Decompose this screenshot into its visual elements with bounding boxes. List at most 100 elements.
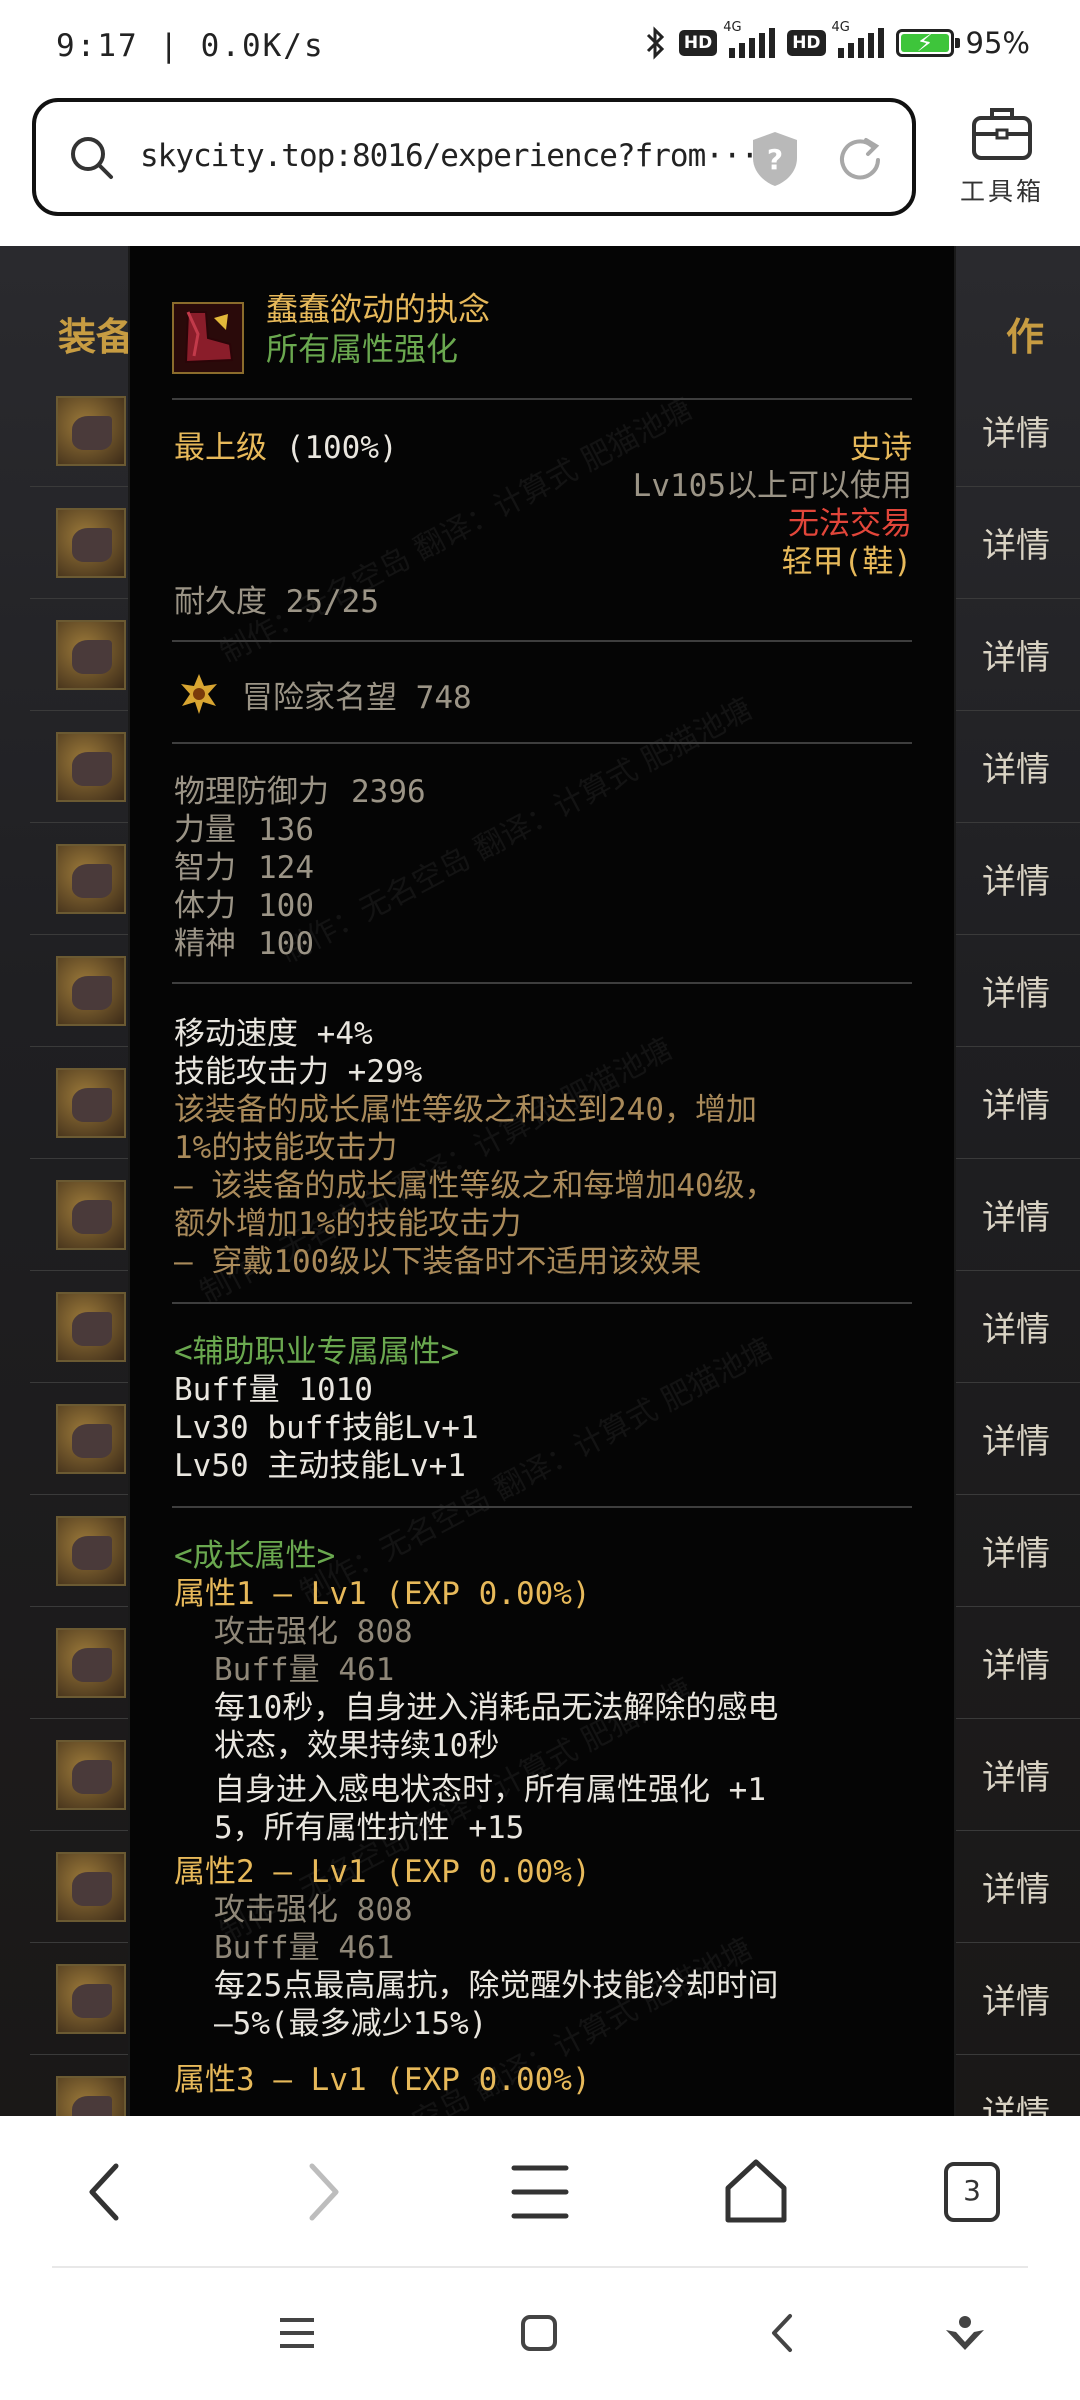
- detail-link[interactable]: 详情: [982, 1414, 1050, 1463]
- support-line-2: Lv50 主动技能Lv+1: [174, 1448, 466, 1484]
- detail-link[interactable]: 详情: [982, 1750, 1050, 1799]
- net-type-label-2: 4G: [831, 20, 850, 35]
- equipment-icon[interactable]: [56, 396, 126, 466]
- address-field[interactable]: skycity.top:8016/experience?from··· ?: [32, 98, 916, 216]
- signal-icon-1: 4G: [723, 20, 776, 58]
- equipment-icon[interactable]: [56, 620, 126, 690]
- detail-link[interactable]: 详情: [982, 742, 1050, 791]
- browser-url-bar: skycity.top:8016/experience?from··· ? 工具…: [0, 98, 1080, 246]
- item-icon: [172, 302, 244, 374]
- equipment-icon[interactable]: [56, 508, 126, 578]
- item-tooltip: 制作：无名空岛 翻译：计算式 肥猫池塘 制作：无名空岛 翻译：计算式 肥猫池塘 制作…: [128, 246, 956, 2116]
- equipment-heading: 装备: [58, 314, 135, 359]
- adventurer-fame: 冒险家名望 748: [242, 680, 472, 716]
- equipment-icon[interactable]: [56, 2076, 126, 2116]
- detail-link[interactable]: 详情: [982, 966, 1050, 1015]
- recent-apps-icon[interactable]: [272, 2308, 322, 2358]
- item-type: 轻甲(鞋): [781, 544, 912, 580]
- divider: [172, 398, 912, 400]
- watermark-text: 制作：无名空岛 翻译：计算式 肥猫池塘: [274, 691, 758, 971]
- separator: |: [159, 28, 201, 64]
- network-speed: 0.0K/s: [200, 28, 325, 64]
- action-heading: 作: [1005, 314, 1044, 359]
- toolbox-label: 工具箱: [959, 177, 1044, 206]
- equipment-icon[interactable]: [56, 1292, 126, 1362]
- attr1-effect-4: 5，所有属性抗性 +15: [214, 1810, 525, 1846]
- signal-icon-2: 4G: [832, 20, 884, 58]
- grade-label: 最上级 (100%): [174, 422, 398, 467]
- status-icons: HD 4G HD 4G ⚡ 95%: [645, 20, 1030, 60]
- durability: 耐久度 25/25: [174, 584, 379, 620]
- divider: [172, 1302, 912, 1304]
- back-icon[interactable]: [66, 2152, 146, 2232]
- forward-icon[interactable]: [282, 2152, 362, 2232]
- attr1-effect-2: 状态，效果持续10秒: [214, 1728, 500, 1764]
- system-back-icon[interactable]: [758, 2308, 808, 2358]
- battery-percent: 95%: [965, 26, 1030, 60]
- detail-link[interactable]: 详情: [982, 1526, 1050, 1575]
- detail-link[interactable]: 详情: [982, 854, 1050, 903]
- equipment-icon[interactable]: [56, 1404, 126, 1474]
- attr2-effect-2: —5%(最多减少15%): [214, 2006, 488, 2042]
- home-square-icon[interactable]: [514, 2308, 564, 2358]
- assistant-icon[interactable]: [940, 2308, 990, 2358]
- equipment-icon[interactable]: [56, 1180, 126, 1250]
- battery-icon: ⚡: [895, 29, 960, 57]
- detail-link[interactable]: 详情: [982, 1638, 1050, 1687]
- search-icon: [71, 137, 113, 179]
- equipment-icon[interactable]: [56, 1628, 126, 1698]
- divider: [172, 1506, 912, 1508]
- menu-icon[interactable]: [500, 2152, 580, 2232]
- detail-link[interactable]: 详情: [982, 2086, 1050, 2116]
- divider: [172, 982, 912, 984]
- detail-link[interactable]: 详情: [982, 1078, 1050, 1127]
- toolbox-icon: [972, 108, 1032, 160]
- status-bar: 9:17 | 0.0K/s HD 4G HD 4G ⚡ 95%: [0, 0, 1080, 98]
- detail-link[interactable]: 详情: [982, 1974, 1050, 2023]
- detail-link[interactable]: 详情: [982, 1190, 1050, 1239]
- equipment-icon[interactable]: [56, 1068, 126, 1138]
- browser-nav-bar: 3: [0, 2116, 1080, 2268]
- hd-badge-1: HD: [678, 30, 718, 56]
- item-subtitle: 所有属性强化: [266, 330, 459, 368]
- equipment-icon[interactable]: [56, 956, 126, 1026]
- reload-icon[interactable]: [832, 132, 888, 188]
- detail-link[interactable]: 详情: [982, 518, 1050, 567]
- divider: [172, 640, 912, 642]
- detail-link[interactable]: 详情: [982, 1862, 1050, 1911]
- equipment-icon[interactable]: [56, 1740, 126, 1810]
- effect-desc-5: — 穿戴100级以下装备时不适用该效果: [174, 1244, 702, 1280]
- detail-link[interactable]: 详情: [982, 630, 1050, 679]
- stat-name: 精神: [174, 926, 236, 962]
- stat-value: 2396: [351, 774, 426, 810]
- equipment-icon[interactable]: [56, 732, 126, 802]
- equipment-icon[interactable]: [56, 1516, 126, 1586]
- system-nav-bar: [0, 2268, 1080, 2400]
- stat-value: 100: [258, 926, 314, 962]
- net-type-label-1: 4G: [723, 20, 742, 35]
- equipment-icon[interactable]: [56, 844, 126, 914]
- tab-count: 3: [963, 2174, 981, 2207]
- clock: 9:17: [56, 28, 139, 64]
- charging-bolt-icon: ⚡: [916, 29, 934, 57]
- url-text[interactable]: skycity.top:8016/experience?from···: [140, 138, 759, 174]
- svg-text:?: ?: [767, 143, 783, 176]
- fame-crest-icon: [181, 674, 217, 714]
- web-content: 装备 作 详情 详情 详情 详情 详情 详情 详情 详情 详情 详情 详情 详情 详情 详情 详情 详情 制作…: [0, 246, 1080, 2116]
- status-time-speed: 9:17 | 0.0K/s: [56, 28, 325, 64]
- equipment-icon[interactable]: [56, 1964, 126, 2034]
- detail-link[interactable]: 详情: [982, 1302, 1050, 1351]
- home-icon[interactable]: [716, 2152, 796, 2232]
- detail-link[interactable]: 详情: [982, 406, 1050, 455]
- grade-percent: (100%): [285, 430, 398, 466]
- stat-row: 精神 100: [174, 918, 314, 963]
- equipment-icon[interactable]: [56, 1852, 126, 1922]
- grade-text: 最上级: [174, 430, 267, 466]
- attr3-title: 属性3 — Lv1 (EXP 0.00%): [174, 2062, 591, 2098]
- bluetooth-icon: [646, 26, 664, 60]
- security-shield-icon[interactable]: ?: [750, 130, 800, 188]
- tabs-button[interactable]: 3: [932, 2152, 1012, 2232]
- divider: [172, 742, 912, 744]
- toolbox-button[interactable]: 工具箱: [942, 104, 1062, 214]
- hd-badge-2: HD: [787, 30, 826, 56]
